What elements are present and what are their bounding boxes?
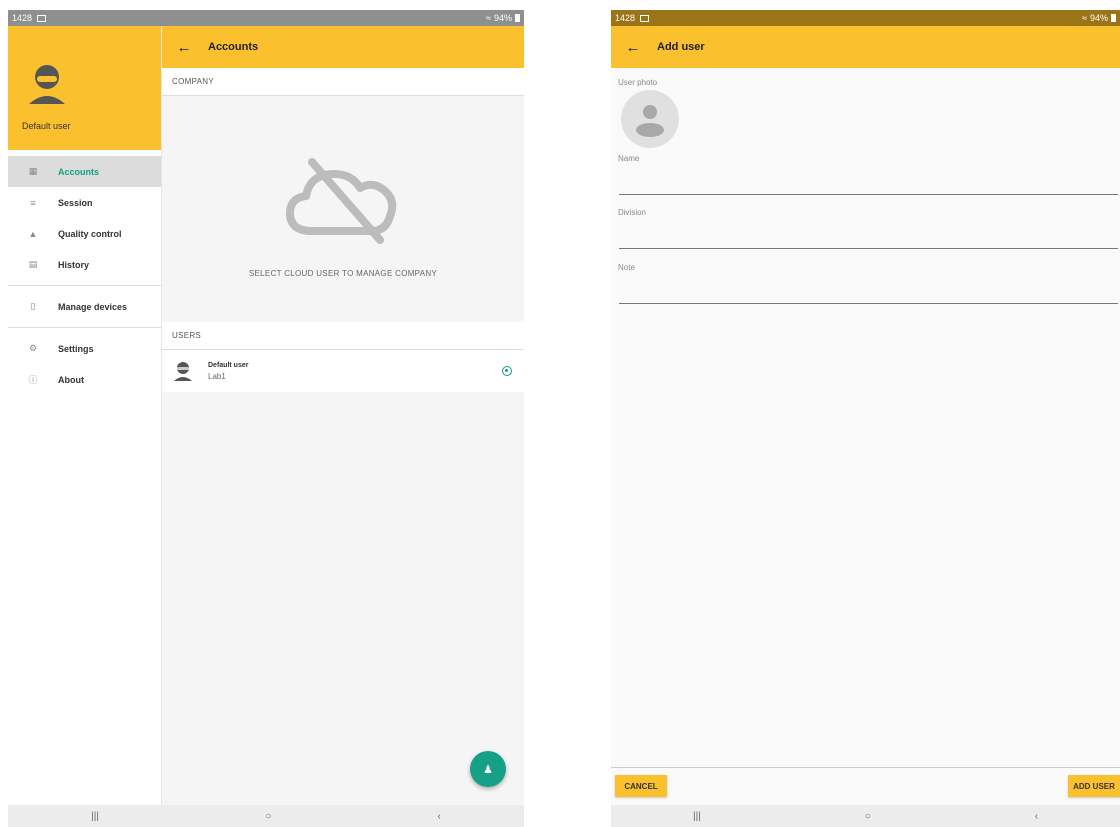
drawer-item-label: Manage devices (58, 301, 128, 312)
status-time: 1428 (615, 13, 636, 23)
navigation-drawer: Default user ▦ Accounts ≡ Session ▲ Qual… (8, 26, 162, 805)
home-icon[interactable]: ○ (265, 811, 271, 822)
cancel-button[interactable]: CANCEL (615, 775, 667, 797)
cloud-off-icon (286, 158, 397, 244)
page-title: Accounts (208, 41, 259, 53)
gear-icon: ⚙ (28, 343, 38, 353)
back-arrow-icon[interactable]: ← (611, 39, 655, 56)
user-list-item[interactable]: Default user Lab1 (162, 350, 524, 392)
note-field[interactable] (619, 303, 1118, 304)
home-icon[interactable]: ○ (865, 811, 871, 822)
drawer-item-about[interactable]: ⓘ About (8, 364, 161, 395)
note-label: Note (618, 263, 635, 272)
user-avatar-icon (174, 362, 192, 381)
users-section-header: USERS (162, 322, 524, 350)
back-nav-icon[interactable]: ‹ (438, 811, 441, 822)
system-nav-bar: ||| ○ ‹ (611, 805, 1120, 827)
gallery-icon (37, 14, 47, 22)
back-arrow-icon[interactable]: ← (162, 39, 206, 56)
name-field[interactable] (619, 194, 1118, 195)
user-photo-label: User photo (618, 78, 658, 87)
drawer-item-label: About (58, 374, 84, 385)
drawer-item-settings[interactable]: ⚙ Settings (8, 333, 161, 364)
drawer-item-label: Accounts (58, 166, 100, 177)
wifi-icon: ≈ (486, 13, 491, 23)
drawer-item-history[interactable]: ▤ History (8, 249, 161, 280)
division-label: Division (618, 208, 647, 217)
accounts-screen: 1428 ≈ 94% Default user ▦ Accounts ≡ Ses… (8, 10, 524, 827)
history-icon: ▤ (28, 259, 38, 269)
drawer-item-label: Quality control (58, 228, 122, 239)
accounts-icon: ▦ (28, 166, 38, 176)
add-user-screen: 1428 ≈ 94% ← Add user User photo Name Di… (611, 10, 1120, 827)
add-user-icon: ♟ (483, 763, 493, 776)
info-icon: ⓘ (28, 375, 38, 385)
back-nav-icon[interactable]: ‹ (1035, 811, 1038, 822)
battery-level: 94% (1089, 13, 1108, 23)
app-bar: ← Accounts (162, 26, 524, 68)
drawer-item-label: Settings (58, 343, 94, 354)
add-user-form: User photo Name Division Note (611, 68, 1120, 767)
drawer-list: ▦ Accounts ≡ Session ▲ Quality control ▤… (8, 150, 161, 395)
drawer-item-manage-devices[interactable]: ▯ Manage devices (8, 291, 161, 322)
user-name: Default user (208, 361, 249, 369)
company-section-header: COMPANY (162, 68, 524, 96)
wifi-icon: ≈ (1082, 13, 1087, 23)
gallery-icon (640, 14, 650, 22)
division-field[interactable] (619, 248, 1118, 249)
user-lab: Lab1 (208, 371, 226, 381)
drawer-item-quality-control[interactable]: ▲ Quality control (8, 218, 161, 249)
status-bar: 1428 ≈ 94% (8, 10, 524, 26)
drawer-header: Default user (8, 26, 161, 150)
name-label: Name (618, 154, 640, 163)
drawer-item-accounts[interactable]: ▦ Accounts (8, 156, 161, 187)
drawer-divider (8, 327, 161, 328)
battery-level: 94% (493, 13, 512, 23)
form-action-bar: CANCEL ADD USER (611, 767, 1120, 805)
company-message: SELECT CLOUD USER TO MANAGE COMPANY (248, 269, 438, 278)
session-icon: ≡ (30, 197, 36, 208)
add-user-fab[interactable]: ♟ (470, 751, 506, 787)
system-nav-bar: ||| ○ ‹ (8, 805, 524, 827)
quality-control-icon: ▲ (28, 228, 38, 239)
drawer-item-session[interactable]: ≡ Session (8, 187, 161, 218)
user-avatar-icon (29, 65, 65, 104)
battery-icon (1111, 14, 1116, 22)
user-photo-picker[interactable] (621, 90, 679, 148)
page-title: Add user (657, 41, 705, 53)
status-time: 1428 (12, 13, 33, 23)
drawer-divider (8, 285, 161, 286)
recent-apps-icon[interactable]: ||| (91, 811, 99, 822)
company-area: SELECT CLOUD USER TO MANAGE COMPANY (162, 96, 524, 322)
recent-apps-icon[interactable]: ||| (693, 811, 701, 822)
user-select-radio[interactable] (502, 366, 512, 376)
app-bar: ← Add user (611, 26, 1120, 68)
battery-icon (515, 14, 520, 22)
drawer-item-label: History (58, 259, 90, 270)
drawer-user-name: Default user (22, 121, 71, 131)
status-bar: 1428 ≈ 94% (611, 10, 1120, 26)
person-placeholder-icon (636, 105, 664, 137)
accounts-content: COMPANY SELECT CLOUD USER TO MANAGE COMP… (162, 68, 524, 805)
device-icon: ▯ (30, 301, 36, 311)
drawer-item-label: Session (58, 197, 93, 208)
add-user-button[interactable]: ADD USER (1068, 775, 1120, 797)
